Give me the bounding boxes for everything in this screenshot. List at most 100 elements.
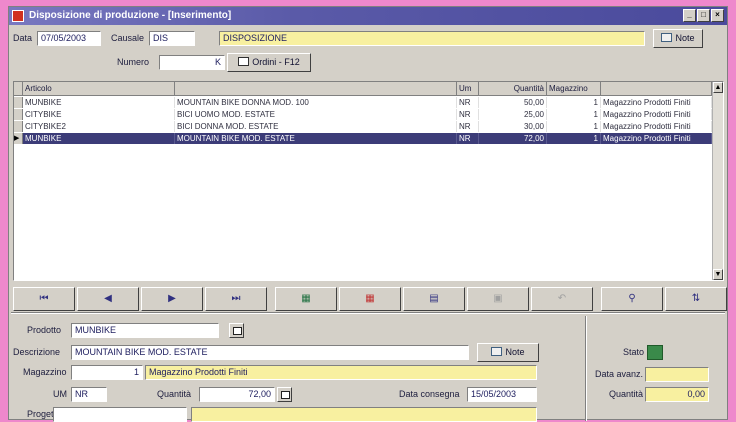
- edit-row-icon: ▤: [429, 293, 439, 304]
- stato-label: Stato: [623, 347, 645, 357]
- insert-row-button[interactable]: ▦: [275, 287, 337, 311]
- ordini-label: Ordini - F12: [252, 57, 300, 67]
- causale-code-field[interactable]: DIS: [149, 31, 195, 46]
- header-note-label: Note: [675, 33, 695, 43]
- magazzino-code-field[interactable]: 1: [71, 365, 143, 380]
- cell-mag-desc[interactable]: Magazzino Prodotti Finiti: [601, 133, 712, 144]
- row-marker[interactable]: [14, 97, 23, 108]
- cell-quantita[interactable]: 50,00: [479, 97, 547, 108]
- stato-indicator: [647, 345, 663, 360]
- quantita-label: Quantità: [157, 389, 192, 399]
- prev-record-button[interactable]: ◀: [77, 287, 139, 311]
- cell-um[interactable]: NR: [457, 97, 479, 108]
- col-um[interactable]: Um: [457, 82, 479, 96]
- note-icon: [661, 33, 673, 42]
- cell-mag[interactable]: 1: [547, 109, 601, 120]
- grid-scrollbar[interactable]: ▲ ▼: [712, 82, 723, 280]
- detail-note-button[interactable]: Note: [477, 343, 539, 362]
- search-icon: ⚲: [628, 293, 636, 304]
- row-marker[interactable]: [14, 121, 23, 132]
- record-navigation-bar: ⏮ ◀ ▶ ⏭ ▦ ▦ ▤ ▣ ↶ ⚲ ⇅: [13, 287, 727, 311]
- numero-field[interactable]: K: [159, 55, 225, 70]
- cell-um[interactable]: NR: [457, 121, 479, 132]
- cell-mag-desc[interactable]: Magazzino Prodotti Finiti: [601, 97, 712, 108]
- orders-icon: [238, 57, 250, 66]
- search-button[interactable]: ⚲: [601, 287, 663, 311]
- cell-quantita[interactable]: 25,00: [479, 109, 547, 120]
- next-record-button[interactable]: ▶: [141, 287, 203, 311]
- table-row[interactable]: ▶ MUNBIKE MOUNTAIN BIKE MOD. ESTATE NR 72,00…: [14, 133, 712, 144]
- cell-quantita[interactable]: 30,00: [479, 121, 547, 132]
- table-row[interactable]: CITYBIKE2 BICI DONNA MOD. ESTATE NR 30,00 1 M…: [14, 121, 712, 132]
- sort-button[interactable]: ⇅: [665, 287, 727, 311]
- undo-row-button[interactable]: ↶: [531, 287, 593, 311]
- ordini-button[interactable]: Ordini - F12: [227, 53, 311, 72]
- cell-mag[interactable]: 1: [547, 133, 601, 144]
- cell-quantita[interactable]: 72,00: [479, 133, 547, 144]
- col-articolo[interactable]: Articolo: [23, 82, 175, 96]
- table-row[interactable]: MUNBIKE MOUNTAIN BIKE DONNA MOD. 100 NR 50,…: [14, 97, 712, 108]
- detail-note-label: Note: [505, 347, 525, 357]
- numero-label: Numero: [117, 57, 150, 67]
- prodotto-field[interactable]: MUNBIKE: [71, 323, 219, 338]
- col-quantita[interactable]: Quantità: [479, 82, 547, 96]
- data-consegna-field[interactable]: 15/05/2003: [467, 387, 537, 402]
- cell-mag-desc[interactable]: Magazzino Prodotti Finiti: [601, 121, 712, 132]
- save-row-button[interactable]: ▣: [467, 287, 529, 311]
- vertical-divider: [585, 316, 587, 421]
- production-window: Disposizione di produzione - [Inseriment…: [8, 6, 728, 422]
- col-descrizione[interactable]: [175, 82, 457, 96]
- undo-row-icon: ↶: [557, 293, 567, 304]
- header-note-button[interactable]: Note: [653, 29, 703, 48]
- data-field[interactable]: 07/05/2003: [37, 31, 101, 46]
- cell-descrizione[interactable]: BICI DONNA MOD. ESTATE: [175, 121, 457, 132]
- cell-descrizione[interactable]: MOUNTAIN BIKE MOD. ESTATE: [175, 133, 457, 144]
- next-record-icon: ▶: [168, 293, 176, 304]
- delete-row-icon: ▦: [365, 293, 375, 304]
- table-row[interactable]: CITYBIKE BICI UOMO MOD. ESTATE NR 25,00 1 Mag…: [14, 109, 712, 120]
- prodotto-lookup-button[interactable]: [229, 323, 244, 338]
- quantita-field[interactable]: 72,00: [199, 387, 275, 402]
- cell-descrizione[interactable]: BICI UOMO MOD. ESTATE: [175, 109, 457, 120]
- maximize-button[interactable]: □: [697, 9, 710, 22]
- cell-mag[interactable]: 1: [547, 97, 601, 108]
- delete-row-button[interactable]: ▦: [339, 287, 401, 311]
- note-icon: [491, 347, 503, 356]
- minimize-button[interactable]: _: [683, 9, 696, 22]
- close-button[interactable]: ×: [711, 9, 724, 22]
- quantita-calculator-button[interactable]: [277, 387, 292, 402]
- data-avanzamento-label: Data avanz.: [595, 369, 644, 379]
- um-field[interactable]: NR: [71, 387, 107, 402]
- data-label: Data: [13, 33, 33, 43]
- cell-articolo[interactable]: CITYBIKE2: [23, 121, 175, 132]
- cell-articolo[interactable]: MUNBIKE: [23, 133, 175, 144]
- edit-row-button[interactable]: ▤: [403, 287, 465, 311]
- cell-um[interactable]: NR: [457, 109, 479, 120]
- current-row-marker[interactable]: ▶: [14, 133, 23, 144]
- col-magazzino-desc[interactable]: [601, 82, 712, 96]
- numero-suffix: K: [214, 57, 221, 67]
- side-quantita-label: Quantità: [609, 389, 644, 399]
- app-icon: [12, 10, 24, 22]
- cell-descrizione[interactable]: MOUNTAIN BIKE DONNA MOD. 100: [175, 97, 457, 108]
- cell-mag[interactable]: 1: [547, 121, 601, 132]
- last-record-button[interactable]: ⏭: [205, 287, 267, 311]
- col-magazzino[interactable]: Magazzino: [547, 82, 601, 96]
- title-bar[interactable]: Disposizione di produzione - [Inseriment…: [9, 7, 727, 25]
- scroll-up-arrow[interactable]: ▲: [713, 82, 723, 93]
- descrizione-field[interactable]: MOUNTAIN BIKE MOD. ESTATE: [71, 345, 469, 360]
- first-record-button[interactable]: ⏮: [13, 287, 75, 311]
- cell-articolo[interactable]: MUNBIKE: [23, 97, 175, 108]
- divider: [11, 312, 725, 314]
- cell-um[interactable]: NR: [457, 133, 479, 144]
- causale-label: Causale: [111, 33, 145, 43]
- row-marker[interactable]: [14, 109, 23, 120]
- magazzino-label: Magazzino: [23, 367, 67, 377]
- cell-articolo[interactable]: CITYBIKE: [23, 109, 175, 120]
- insert-row-icon: ▦: [301, 293, 311, 304]
- save-row-icon: ▣: [493, 293, 503, 304]
- rows-grid[interactable]: Articolo Um Quantità Magazzino MUNBIKE MO…: [13, 81, 724, 281]
- sort-icon: ⇅: [691, 293, 701, 304]
- scroll-down-arrow[interactable]: ▼: [713, 269, 723, 280]
- cell-mag-desc[interactable]: Magazzino Prodotti Finiti: [601, 109, 712, 120]
